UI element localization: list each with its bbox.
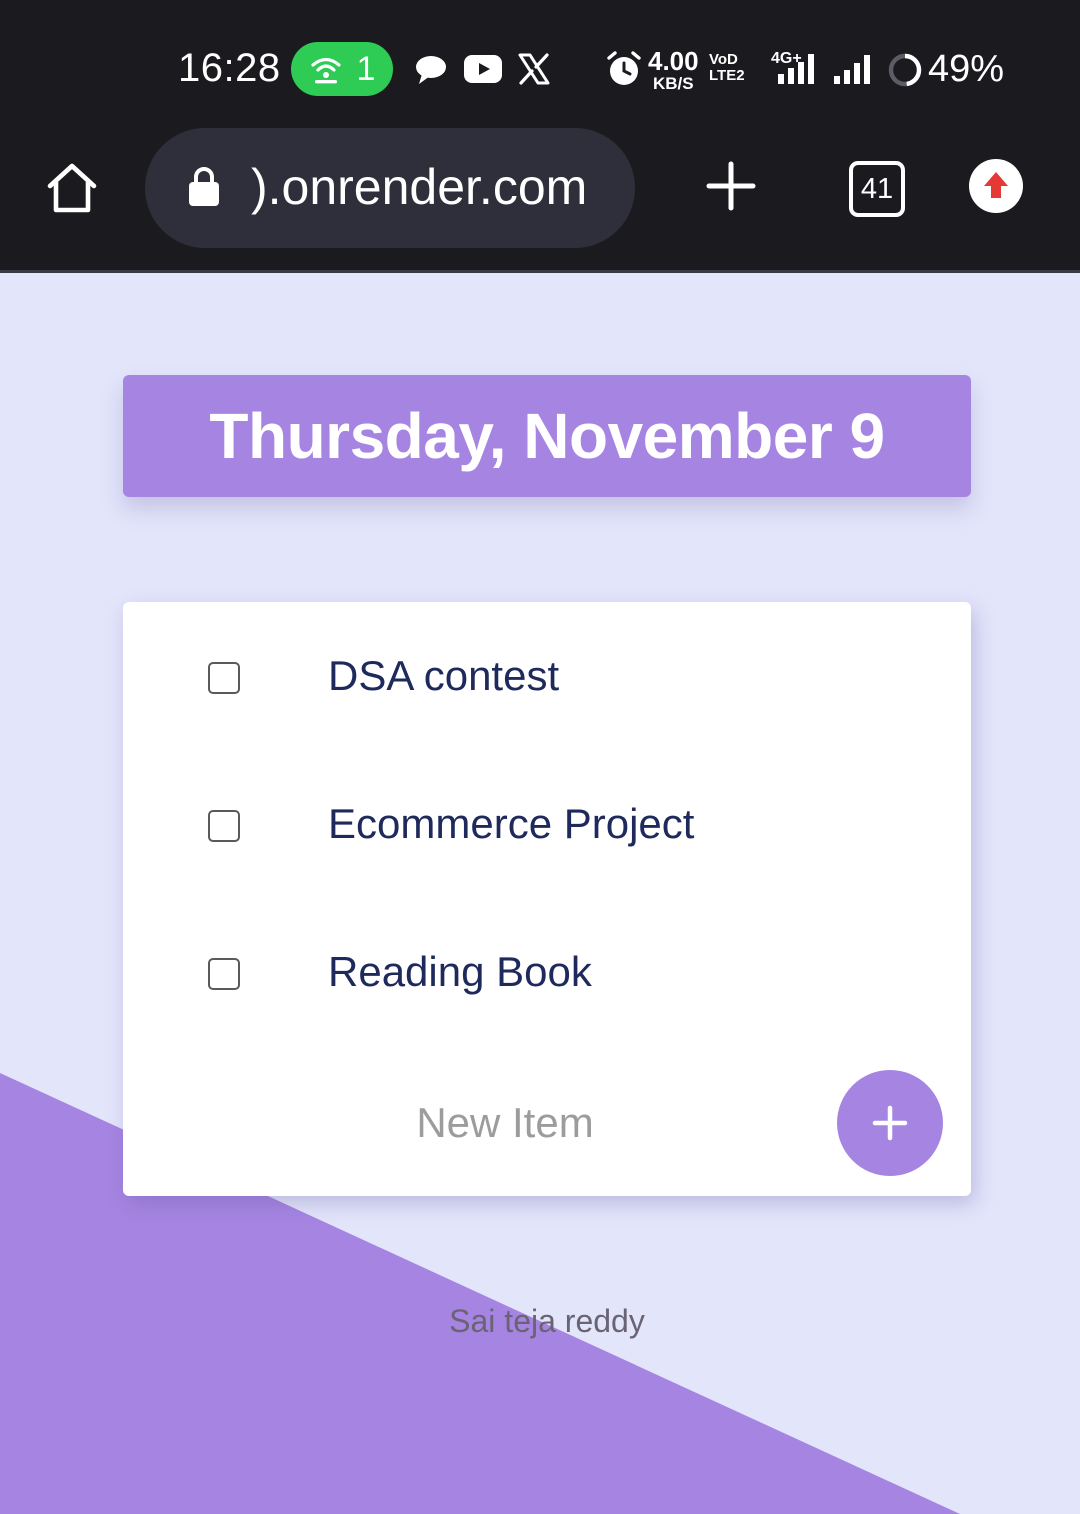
network-speed-unit: KB/S xyxy=(652,74,694,93)
new-item-input[interactable] xyxy=(243,1072,767,1174)
status-time: 16:28 xyxy=(178,46,281,90)
update-icon[interactable] xyxy=(968,158,1024,214)
battery-icon xyxy=(887,52,923,88)
todo-label: DSA contest xyxy=(328,652,560,699)
todo-item: Ecommerce Project xyxy=(123,752,971,900)
status-bar: 16:28 1 4.00 KB/S VoD LTE2 4G+ 49% xyxy=(0,0,1080,128)
volte-line-1: VoD xyxy=(709,51,738,68)
x-icon xyxy=(517,52,551,86)
alarm-icon xyxy=(606,50,642,88)
todo-label: Reading Book xyxy=(328,948,592,995)
network-speed-value: 4.00 xyxy=(648,46,699,76)
url-text[interactable]: ).onrender.com xyxy=(251,158,587,216)
address-bar[interactable]: ).onrender.com xyxy=(145,128,635,248)
volte-line-2: LTE2 xyxy=(709,66,745,84)
todo-label: Ecommerce Project xyxy=(328,800,695,847)
page-title: Thursday, November 9 xyxy=(209,400,885,472)
todo-item: Reading Book xyxy=(123,900,971,1048)
plus-icon xyxy=(872,1105,908,1141)
hotspot-count: 1 xyxy=(356,49,376,88)
page: Thursday, November 9 DSA contest Ecommer… xyxy=(0,273,1080,1514)
hotspot-indicator[interactable]: 1 xyxy=(291,42,393,96)
lock-icon[interactable] xyxy=(187,164,221,208)
hotspot-icon xyxy=(309,52,343,86)
new-tab-icon[interactable] xyxy=(703,158,759,214)
todo-checkbox[interactable] xyxy=(208,662,240,694)
browser-toolbar: ).onrender.com 41 xyxy=(0,128,1080,273)
todo-checkbox[interactable] xyxy=(208,810,240,842)
youtube-icon xyxy=(464,55,502,83)
network-speed: 4.00 KB/S xyxy=(648,48,699,92)
battery-level: 49% xyxy=(928,48,1005,90)
todo-item: DSA contest xyxy=(123,604,971,752)
heading-banner: Thursday, November 9 xyxy=(123,375,971,497)
tabs-count: 41 xyxy=(860,172,894,205)
home-icon[interactable] xyxy=(42,158,102,218)
signal-icon-sim2 xyxy=(832,54,878,86)
todo-checkbox[interactable] xyxy=(208,958,240,990)
signal-icon xyxy=(776,54,820,86)
footer-credit: Sai teja reddy xyxy=(449,1303,645,1339)
chat-bubble-icon xyxy=(414,54,448,86)
todo-card: DSA contest Ecommerce Project Reading Bo… xyxy=(123,602,971,1196)
tabs-icon[interactable]: 41 xyxy=(849,161,905,217)
add-item-button[interactable] xyxy=(837,1070,943,1176)
volte-indicator: VoD LTE2 xyxy=(709,52,745,84)
